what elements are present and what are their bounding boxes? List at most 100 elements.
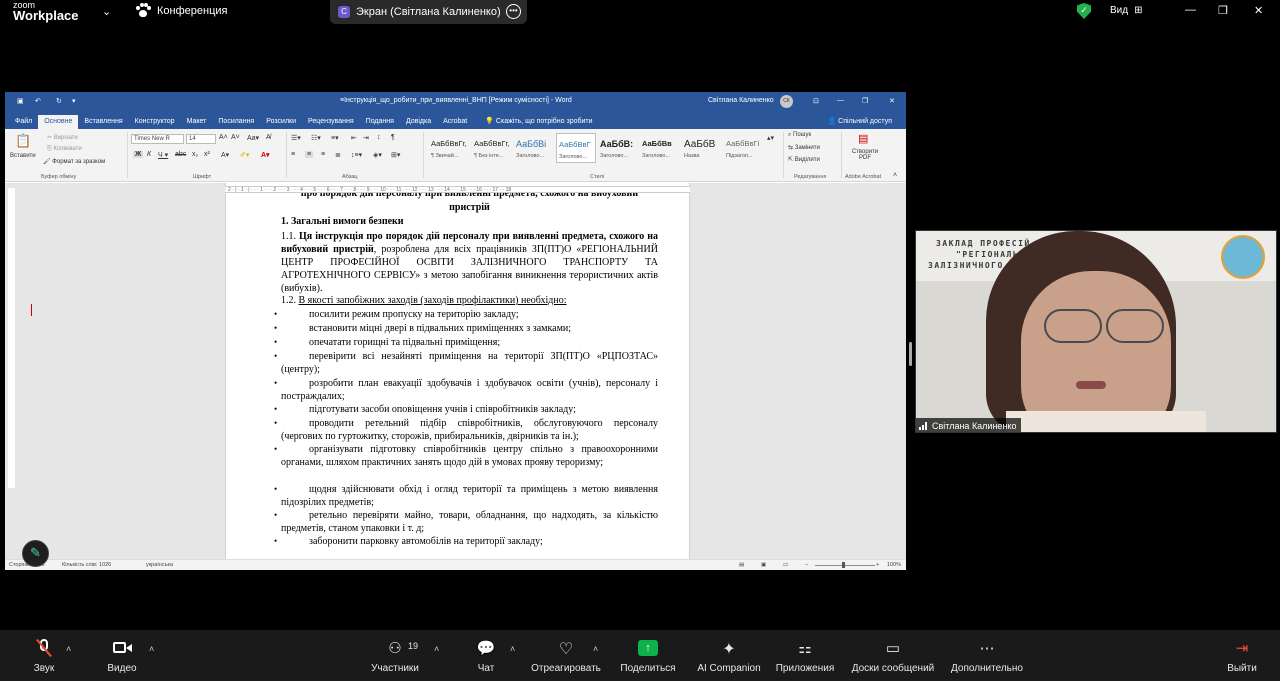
underline-icon[interactable]: Ч ▾ [158, 151, 168, 159]
audio-options-caret[interactable]: ˄ [66, 644, 71, 654]
apps-button[interactable]: ⚏ Приложения [772, 630, 838, 681]
style-heading-2[interactable]: АаБбВвГ Заголово... [556, 133, 596, 163]
text-effects-icon[interactable]: A▾ [221, 151, 229, 159]
borders-icon[interactable]: ⊞▾ [391, 151, 400, 159]
video-options-caret[interactable]: ˄ [149, 644, 154, 654]
style-heading-4[interactable]: АаБбВв Заголово... [640, 133, 680, 163]
react-options-caret[interactable]: ˄ [593, 644, 598, 654]
replace-button[interactable]: ⇆ Замінити [788, 144, 820, 151]
tab-references[interactable]: Посилання [212, 115, 260, 129]
tab-insert[interactable]: Вставлення [78, 115, 128, 129]
superscript-icon[interactable]: x² [204, 151, 210, 158]
more-button[interactable]: ⋯ Дополнительно [946, 630, 1028, 681]
tab-help[interactable]: Довідка [400, 115, 437, 129]
style-no-spacing[interactable]: АаБбВвГг, ¶ Без інте... [472, 133, 512, 163]
shading-icon[interactable]: ◈▾ [373, 151, 382, 159]
select-button[interactable]: ⇱ Виділити [788, 156, 820, 163]
font-color-icon[interactable]: A▾ [261, 151, 270, 159]
copy-button[interactable]: ⎘ Копіювати [47, 146, 82, 153]
find-button[interactable]: ⌕ Пошук [788, 132, 811, 139]
zoom-slider-thumb[interactable] [842, 562, 845, 568]
participants-button[interactable]: ⚇ 19 Участники [365, 630, 425, 681]
leave-button[interactable]: ⇥ Выйти [1222, 630, 1262, 681]
redo-icon[interactable]: ↻ [56, 97, 62, 105]
style-subtitle[interactable]: АаБбВвГі Підзагол... [724, 133, 764, 163]
font-name-box[interactable]: Times New R [131, 134, 184, 144]
save-icon[interactable]: ▣ [17, 97, 24, 105]
justify-icon[interactable]: ≣ [335, 151, 341, 159]
language-status[interactable]: українська [146, 562, 173, 568]
clipboard-icon[interactable]: 📋 [15, 133, 31, 149]
tell-me-box[interactable]: 💡 Скажіть, що потрібно зробити [479, 114, 598, 129]
more-options-icon[interactable]: ••• [506, 4, 521, 19]
clear-format-icon[interactable]: A̸ [266, 134, 271, 141]
align-right-icon[interactable]: ≡ [321, 151, 325, 158]
word-close-icon[interactable]: ✕ [889, 97, 895, 105]
create-pdf-button[interactable]: Створити PDF [850, 149, 880, 161]
font-size-box[interactable]: 14 [186, 134, 216, 144]
shared-screen[interactable]: ▣ ↶ ↻ ▾ ≡Інструкція_що_робити_при_виявле… [5, 92, 906, 570]
security-shield-icon[interactable]: ✓ [1077, 3, 1091, 19]
bold-icon[interactable]: Ж [133, 151, 144, 158]
undo-icon[interactable]: ↶ [35, 97, 41, 105]
sort-icon[interactable]: ↕ [377, 134, 381, 141]
meeting-info-button[interactable]: Конференция [135, 3, 227, 19]
align-center-icon[interactable]: ≡ [305, 151, 314, 158]
tab-design[interactable]: Конструктор [129, 115, 181, 129]
collapse-ribbon-icon[interactable]: ˄ [893, 172, 897, 179]
word-count[interactable]: Кількість слів: 1026 [62, 562, 111, 568]
multilevel-list-icon[interactable]: ≡▾ [331, 134, 339, 142]
zoom-in-icon[interactable]: + [876, 562, 879, 568]
style-heading-1[interactable]: АаБбВі Заголово... [514, 133, 554, 163]
tab-home[interactable]: Основне [38, 115, 79, 129]
account-name[interactable]: Світлана Калиненко [708, 97, 774, 104]
style-normal[interactable]: АаБбВвГг, ¶ Звичай... [429, 133, 469, 163]
cut-button[interactable]: ✂ Вирізати [47, 134, 78, 141]
subscript-icon[interactable]: x₂ [192, 151, 198, 158]
bullets-icon[interactable]: ☰▾ [291, 134, 301, 142]
change-case-icon[interactable]: Aa▾ [247, 134, 259, 142]
audio-button[interactable]: Звук [24, 630, 64, 681]
numbering-icon[interactable]: ☷▾ [311, 134, 321, 142]
pilcrow-icon[interactable]: ¶ [391, 134, 395, 141]
document-area[interactable]: про порядок дій персоналу при виявленні … [5, 183, 906, 559]
word-minimize-icon[interactable]: — [837, 97, 844, 104]
minimize-button[interactable]: — [1185, 4, 1196, 16]
decrease-indent-icon[interactable]: ⇤ [351, 134, 357, 142]
zoom-out-icon[interactable]: − [805, 562, 808, 568]
chevron-down-icon[interactable]: ⌄ [102, 5, 111, 18]
increase-indent-icon[interactable]: ⇥ [363, 134, 369, 142]
style-title[interactable]: АаБбВ Назва [682, 133, 722, 163]
tab-mailings[interactable]: Розсилки [260, 115, 302, 129]
customize-toolbar-icon[interactable]: ▾ [72, 97, 76, 105]
whiteboards-button[interactable]: ▭ Доски сообщений [847, 630, 939, 681]
participants-options-caret[interactable]: ˄ [434, 644, 439, 654]
annotate-pen-icon[interactable] [22, 540, 49, 567]
paste-button[interactable]: Вставити [10, 153, 36, 159]
highlight-icon[interactable]: ✐▾ [240, 151, 249, 159]
tab-layout[interactable]: Макет [181, 115, 213, 129]
share-document-button[interactable]: 👤 Спільний доступ [822, 114, 899, 129]
zoom-slider[interactable] [815, 565, 875, 566]
ribbon-display-icon[interactable]: ⊡ [813, 97, 819, 105]
account-avatar[interactable]: СК [780, 95, 793, 108]
strikethrough-icon[interactable]: abc [175, 151, 186, 158]
style-heading-3[interactable]: АаБбВ: Заголово... [598, 133, 638, 163]
chat-options-caret[interactable]: ˄ [510, 644, 515, 654]
close-button[interactable]: ✕ [1254, 4, 1263, 17]
document-page[interactable]: про порядок дій персоналу при виявленні … [225, 183, 690, 559]
participant-video[interactable]: ЗАКЛАД ПРОФЕСІЙ ЧНОЇ)ОСВІТИ "РЕГІОНАЛЬ О… [915, 230, 1277, 433]
react-button[interactable]: ♡ Отреагировать [528, 630, 604, 681]
view-button[interactable]: Вид ⊞ [1110, 5, 1142, 16]
tab-acrobat[interactable]: Acrobat [437, 115, 473, 129]
panel-resize-handle[interactable] [909, 342, 912, 366]
tab-review[interactable]: Рецензування [302, 115, 360, 129]
styles-scroll-icon[interactable]: ▴▾ [767, 134, 774, 142]
screen-share-pill[interactable]: С Экран (Світлана Калиненко) ••• [330, 0, 527, 24]
read-mode-icon[interactable]: ▤ [739, 562, 744, 568]
print-layout-icon[interactable]: ▣ [761, 562, 766, 568]
format-painter-button[interactable]: 🖌 Формат за зразком [43, 158, 105, 165]
web-layout-icon[interactable]: ▭ [783, 562, 788, 568]
tab-file[interactable]: Файл [9, 115, 38, 129]
share-screen-button[interactable]: ↑ Поделиться [618, 630, 678, 681]
